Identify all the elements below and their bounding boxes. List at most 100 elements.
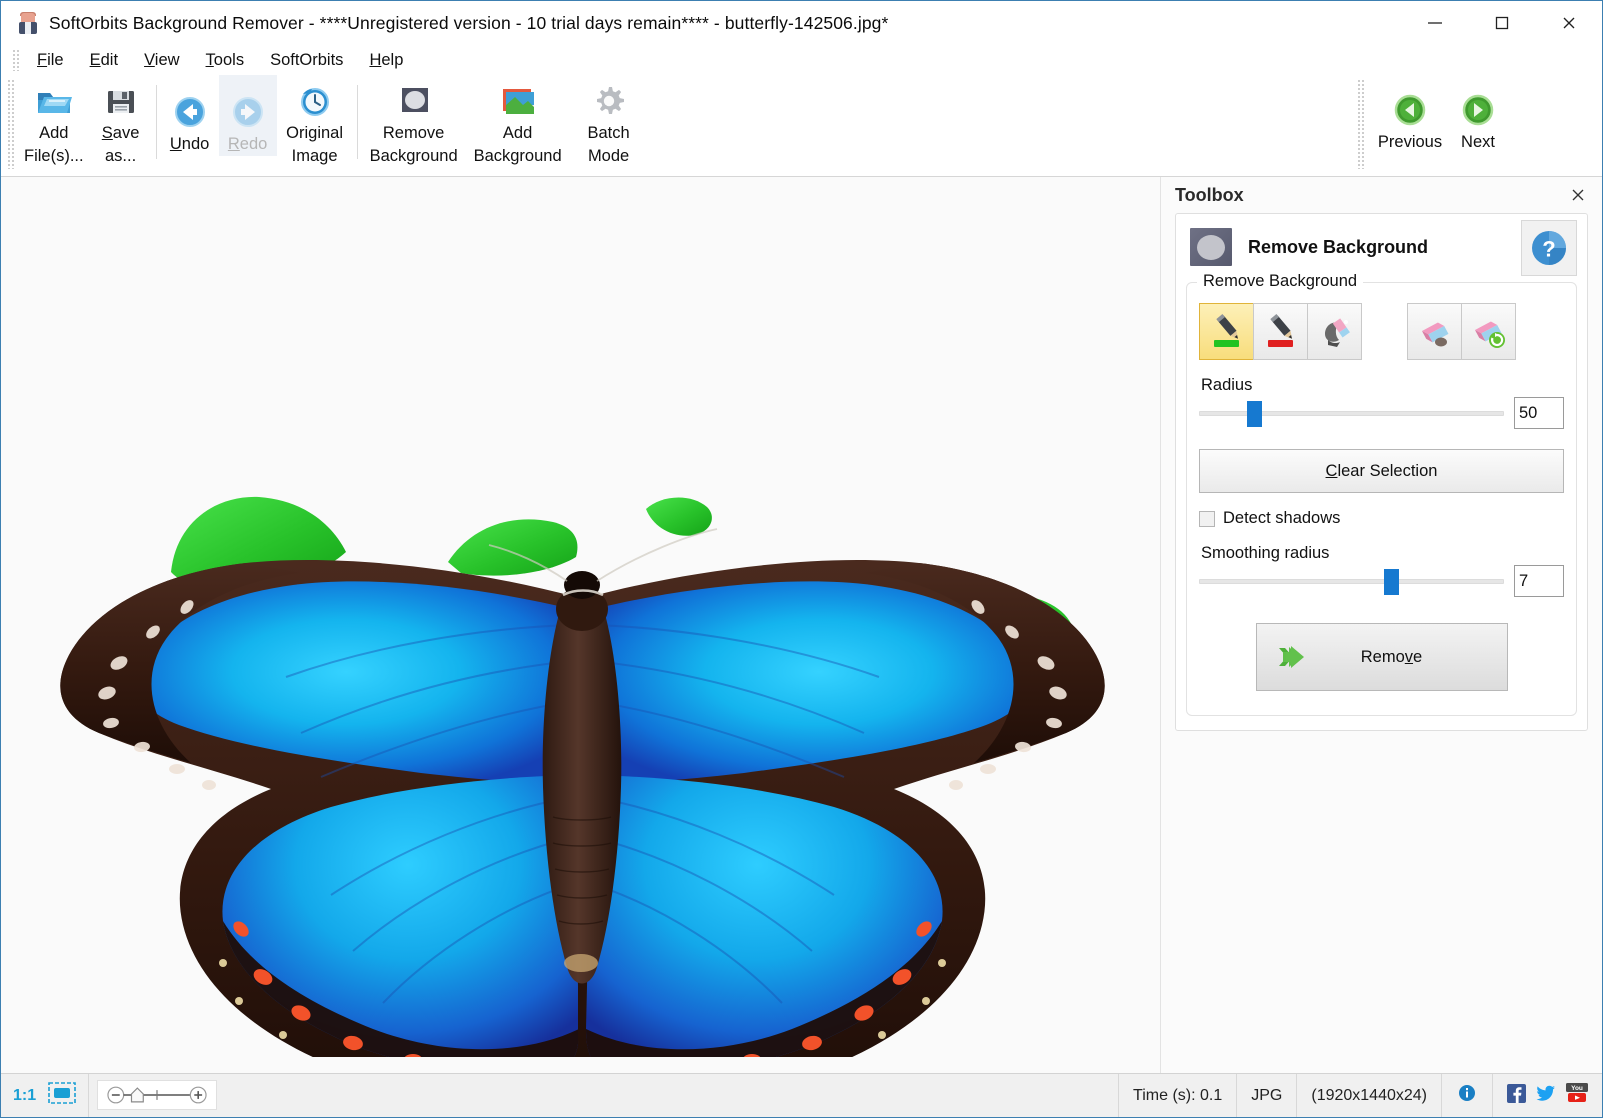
toolbar-button-previous[interactable]: Previous — [1371, 75, 1449, 154]
radius-slider-row — [1199, 397, 1564, 429]
toolbar-separator-1 — [156, 85, 157, 159]
title-bar: SoftOrbits Background Remover - ****Unre… — [1, 1, 1602, 45]
info-icon[interactable] — [1458, 1084, 1476, 1107]
remove-background-group: Remove Background — [1186, 282, 1577, 716]
toolbar-button-remove-background[interactable]: RemoveBackground — [362, 75, 466, 168]
menu-item-softorbits[interactable]: SoftOrbits — [257, 48, 356, 73]
eraser-icon — [1415, 312, 1455, 352]
menu-item-help[interactable]: Help — [356, 48, 416, 73]
close-button[interactable] — [1535, 1, 1602, 45]
svg-text:You: You — [1571, 1085, 1583, 1092]
menu-label-edit: dit — [101, 51, 118, 69]
toolbar-button-undo[interactable]: Undo — [161, 75, 219, 156]
help-question-icon: ? — [1529, 228, 1569, 268]
butterfly-image — [1, 177, 1161, 1057]
right-wing — [578, 560, 1105, 1057]
green-pencil-icon — [1207, 312, 1247, 352]
radius-label: Radius — [1201, 376, 1564, 395]
status-time: Time (s): 0.1 — [1118, 1074, 1237, 1117]
youtube-icon[interactable]: You — [1566, 1083, 1588, 1108]
open-folder-icon — [35, 80, 73, 122]
tool-button-restore-eraser[interactable] — [1461, 303, 1516, 360]
eraser-restore-icon — [1469, 312, 1509, 352]
toolbar-button-batch-mode[interactable]: BatchMode — [570, 75, 648, 168]
menu-label-help: elp — [381, 51, 403, 69]
remove-background-card: Remove Background ? Remove Background — [1175, 213, 1588, 731]
toolbar-button-redo[interactable]: Redo — [219, 75, 277, 156]
card-header: Remove Background ? — [1176, 214, 1587, 276]
toolbar-label-original-image: OriginalImage — [286, 122, 343, 168]
left-wing — [60, 560, 587, 1057]
toolbar-grip-handle[interactable] — [7, 79, 15, 169]
minimize-button[interactable] — [1401, 1, 1468, 45]
group-legend: Remove Background — [1197, 272, 1363, 291]
smoothing-radius-slider[interactable] — [1199, 568, 1504, 594]
smoothing-radius-value-input[interactable] — [1514, 565, 1564, 597]
zoom-slider[interactable] — [97, 1080, 217, 1110]
status-bar: 1:1 Time (s) — [1, 1073, 1602, 1117]
status-format: JPG — [1237, 1074, 1297, 1117]
toolbox-header: Toolbox — [1161, 177, 1602, 213]
detect-shadows-label: Detect shadows — [1223, 509, 1340, 528]
toolbox-title: Toolbox — [1175, 185, 1244, 206]
toolbar-button-original-image[interactable]: OriginalImage — [277, 75, 353, 168]
menu-label-tools: ools — [214, 51, 244, 69]
floppy-disk-icon — [104, 80, 138, 122]
window-controls — [1401, 1, 1602, 45]
toolbar-label-next: Next — [1461, 131, 1495, 154]
toolbar-button-next[interactable]: Next — [1449, 75, 1507, 154]
tool-button-magic-wand[interactable] — [1307, 303, 1362, 360]
zoom-buttons-group: 1:1 — [1, 1074, 89, 1117]
window-title: SoftOrbits Background Remover - ****Unre… — [49, 13, 888, 34]
fit-to-screen-icon[interactable] — [48, 1082, 76, 1109]
smoothing-radius-label: Smoothing radius — [1201, 544, 1564, 563]
toolbar-label-save-as: Saveas... — [102, 122, 140, 168]
menu-item-file[interactable]: File — [24, 48, 77, 73]
menu-item-view[interactable]: View — [131, 48, 192, 73]
radius-slider[interactable] — [1199, 400, 1504, 426]
menu-item-edit[interactable]: Edit — [77, 48, 131, 73]
tool-button-keep-marker[interactable] — [1199, 303, 1254, 360]
redo-arrow-icon — [231, 91, 265, 133]
tool-button-eraser[interactable] — [1407, 303, 1462, 360]
smoothing-radius-slider-thumb[interactable] — [1384, 569, 1399, 595]
app-icon — [17, 12, 39, 34]
toolbar-label-undo: Undo — [170, 133, 209, 156]
toolbar-button-add-background[interactable]: AddBackground — [466, 75, 570, 168]
status-bar-spacer — [217, 1074, 1118, 1117]
menu-grip-handle[interactable] — [12, 49, 20, 71]
zoom-1to1-button[interactable]: 1:1 — [13, 1087, 36, 1105]
toolbar-button-add-files[interactable]: AddFile(s)... — [18, 75, 90, 168]
toolbar-button-save-as[interactable]: Saveas... — [90, 75, 152, 168]
toolbar-label-remove-background: RemoveBackground — [370, 122, 458, 168]
twitter-icon[interactable] — [1536, 1084, 1556, 1108]
detect-shadows-checkbox[interactable] — [1199, 511, 1215, 527]
application-window: SoftOrbits Background Remover - ****Unre… — [0, 0, 1603, 1118]
radius-value-input[interactable] — [1514, 397, 1564, 429]
clear-selection-button[interactable]: Clear Selection — [1199, 449, 1564, 493]
detect-shadows-row[interactable]: Detect shadows — [1199, 509, 1564, 528]
radius-slider-thumb[interactable] — [1247, 401, 1262, 427]
toolbar-nav-grip[interactable] — [1357, 79, 1365, 169]
toolbox-close-button[interactable] — [1566, 183, 1590, 207]
maximize-button[interactable] — [1468, 1, 1535, 45]
red-pencil-icon — [1261, 312, 1301, 352]
workspace: Toolbox Remove Background ? — [1, 177, 1602, 1073]
facebook-icon[interactable] — [1507, 1084, 1526, 1108]
status-info-cell — [1442, 1074, 1493, 1117]
toolbar-label-add-files: AddFile(s)... — [24, 122, 84, 168]
smoothing-radius-slider-track — [1199, 579, 1504, 584]
magic-eraser-icon — [1315, 312, 1355, 352]
remove-button[interactable]: Remove — [1256, 623, 1508, 691]
tool-button-remove-marker[interactable] — [1253, 303, 1308, 360]
gear-icon — [592, 80, 626, 122]
menu-label-view: iew — [155, 51, 180, 69]
menu-item-tools[interactable]: Tools — [193, 48, 258, 73]
image-canvas[interactable] — [1, 177, 1161, 1073]
green-right-arrow-icon — [1461, 89, 1495, 131]
help-button[interactable]: ? — [1521, 220, 1577, 276]
toolbar-label-add-background: AddBackground — [474, 122, 562, 168]
radius-slider-track — [1199, 411, 1504, 416]
card-title: Remove Background — [1248, 237, 1428, 258]
remove-background-thumb-icon — [1190, 228, 1232, 266]
